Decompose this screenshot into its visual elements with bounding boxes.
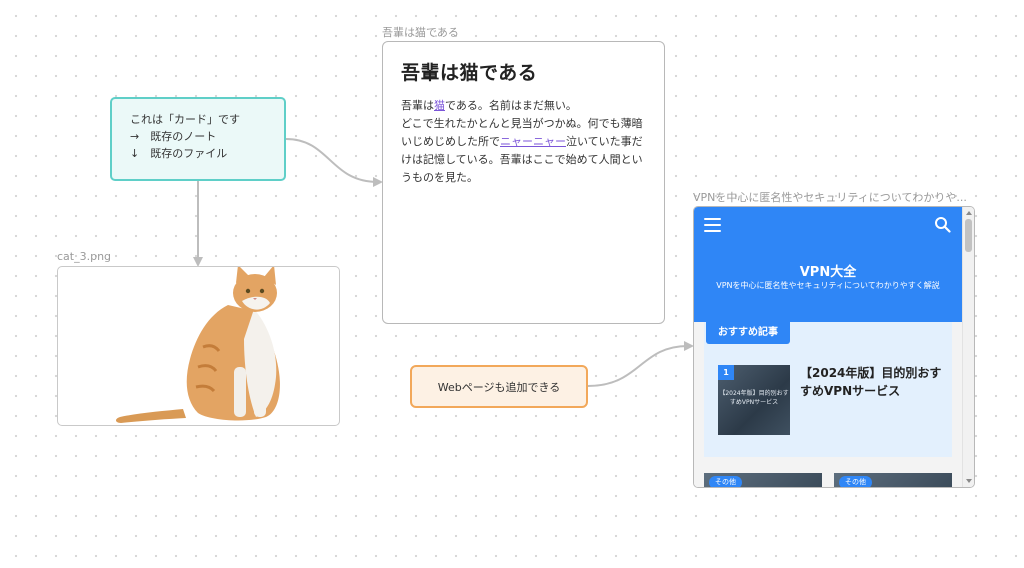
web-page[interactable]: VPN大全 VPNを中心に匿名性やセキュリティについてわかりやすく解説 おすすめ… [694, 207, 962, 487]
edge-card-to-web [587, 345, 689, 387]
site-header: VPN大全 VPNを中心に匿名性やセキュリティについてわかりやすく解説 [694, 207, 962, 322]
card-line-1: これは「カード」です [130, 113, 240, 126]
note-paragraph-1: 吾輩は猫である。名前はまだ無い。 [401, 97, 647, 115]
card-line-2: → 既存のノート [130, 130, 217, 143]
cat-leg-2 [254, 369, 266, 417]
cat-leg-1 [234, 367, 246, 417]
scroll-up-arrow-icon[interactable] [966, 211, 972, 215]
edge-card-to-note [285, 138, 379, 183]
note-node[interactable]: 吾輩は猫である 吾輩は猫である。名前はまだ無い。 どこで生れたかとんと見当がつか… [382, 41, 665, 324]
recommended-section: おすすめ記事 1 【2024年版】目的別おすすめVPNサービス 【2024年版】… [704, 322, 952, 457]
article-title-link[interactable]: 【2024年版】目的別おすすめVPNサービス [800, 364, 945, 400]
note-link-nyaa[interactable]: ニャーニャー [500, 135, 566, 148]
note-body: 吾輩は猫である。名前はまだ無い。 どこで生れたかとんと見当がつかぬ。何でも薄暗い… [401, 97, 647, 187]
article-thumbnail[interactable]: 1 【2024年版】目的別おすすめVPNサービス [718, 365, 790, 435]
category-badge: その他 [839, 476, 872, 487]
article-card[interactable]: その他 [834, 473, 952, 487]
scroll-down-arrow-icon[interactable] [966, 479, 972, 483]
article-rank-badge: 1 [718, 365, 734, 380]
web-node-title: VPNを中心に匿名性やセキュリティについてわかりや... [693, 191, 967, 204]
search-icon[interactable] [934, 216, 951, 233]
image-node[interactable] [57, 266, 340, 426]
web-scrollbar[interactable] [962, 207, 974, 487]
category-badge: その他 [709, 476, 742, 487]
site-title[interactable]: VPN大全 [694, 261, 962, 280]
text-card-teal[interactable]: これは「カード」です → 既存のノート ↓ 既存のファイル [110, 97, 286, 181]
note-heading: 吾輩は猫である [401, 62, 538, 84]
hamburger-menu-icon[interactable] [704, 218, 721, 232]
web-node[interactable]: VPN大全 VPNを中心に匿名性やセキュリティについてわかりやすく解説 おすすめ… [693, 206, 975, 488]
text-card-orange[interactable]: Webページも追加できる [410, 365, 588, 408]
article-card[interactable]: その他 [704, 473, 822, 487]
site-subtitle: VPNを中心に匿名性やセキュリティについてわかりやすく解説 [716, 281, 940, 290]
recommended-label: おすすめ記事 [706, 322, 790, 344]
scrollbar-thumb[interactable] [965, 219, 972, 252]
cat-tail [115, 409, 186, 423]
note-paragraph-2: どこで生れたかとんと見当がつかぬ。何でも薄暗いじめじめした所でニャーニャー泣いて… [401, 115, 647, 187]
card-line-3: ↓ 既存のファイル [130, 147, 228, 160]
card-orange-text: Webページも追加できる [437, 380, 561, 394]
cat-image [115, 267, 280, 423]
note-link-cat[interactable]: 猫 [434, 99, 445, 112]
note-node-title: 吾輩は猫である [382, 26, 459, 39]
note-text: 吾輩は [401, 99, 434, 112]
note-text: である。名前はまだ無い。 [445, 99, 577, 112]
image-node-title: cat_3.png [57, 250, 112, 263]
thumbnail-text: 【2024年版】目的別おすすめVPNサービス [719, 390, 789, 406]
